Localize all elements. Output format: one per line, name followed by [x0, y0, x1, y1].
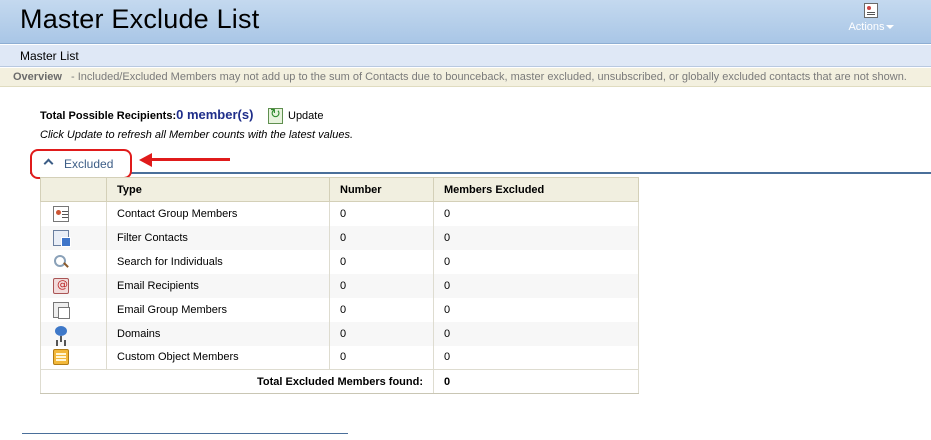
icon-column-header	[40, 177, 107, 202]
row-excluded: 0	[433, 321, 639, 346]
row-excluded: 0	[433, 345, 639, 370]
row-type: Search for Individuals	[106, 249, 330, 274]
row-type: Custom Object Members	[106, 345, 330, 370]
overview-banner: Overview - Included/Excluded Members may…	[0, 68, 931, 87]
annotation-arrow	[150, 158, 230, 161]
row-type: Email Group Members	[106, 297, 330, 322]
row-number: 0	[329, 201, 434, 226]
row-number: 0	[329, 225, 434, 250]
row-number: 0	[329, 297, 434, 322]
row-excluded: 0	[433, 273, 639, 298]
table-header-row: Type Number Members Excluded	[40, 177, 639, 202]
row-type: Email Recipients	[106, 273, 330, 298]
table-row[interactable]: Filter Contacts 0 0	[40, 225, 639, 250]
total-recipients: Total Possible Recipients:0 member(s)	[40, 107, 253, 122]
column-number[interactable]: Number	[329, 177, 434, 202]
contact-group-icon	[53, 205, 69, 222]
table-row[interactable]: Custom Object Members 0 0	[40, 345, 639, 370]
email-group-icon	[53, 301, 70, 319]
update-hint: Click Update to refresh all Member count…	[40, 129, 354, 141]
table-row[interactable]: Domains 0 0	[40, 321, 639, 346]
table-row[interactable]: Email Recipients 0 0	[40, 273, 639, 298]
domain-network-icon	[53, 325, 69, 342]
overview-text: - Included/Excluded Members may not add …	[71, 71, 907, 83]
page-header: Master Exclude List Actions	[0, 0, 931, 44]
column-type[interactable]: Type	[106, 177, 330, 202]
row-type: Contact Group Members	[106, 201, 330, 226]
filter-contacts-icon	[53, 229, 71, 247]
actions-menu-button[interactable]: Actions	[846, 3, 896, 39]
contact-card-icon	[864, 3, 878, 18]
caret-down-icon	[885, 25, 894, 30]
row-excluded: 0	[433, 249, 639, 274]
refresh-icon[interactable]	[268, 107, 283, 124]
excluded-section-label: Excluded	[64, 157, 114, 171]
custom-object-icon	[53, 349, 69, 366]
chevron-up-icon	[43, 158, 54, 169]
row-type: Filter Contacts	[106, 225, 330, 250]
magnifier-icon	[53, 254, 69, 270]
table-row[interactable]: Search for Individuals 0 0	[40, 249, 639, 274]
column-members-excluded[interactable]: Members Excluded	[433, 177, 639, 202]
total-excluded-label: Total Excluded Members found:	[40, 369, 434, 394]
update-button[interactable]: Update	[288, 110, 323, 122]
excluded-section-toggle[interactable]: Excluded	[30, 149, 132, 179]
total-excluded-value: 0	[433, 369, 639, 394]
row-number: 0	[329, 321, 434, 346]
row-excluded: 0	[433, 201, 639, 226]
row-type: Domains	[106, 321, 330, 346]
table-row[interactable]: Email Group Members 0 0	[40, 297, 639, 322]
footer-divider	[22, 433, 348, 434]
excluded-table: Type Number Members Excluded Contact Gro…	[40, 177, 639, 394]
total-recipients-label: Total Possible Recipients:	[40, 110, 177, 122]
overview-title: Overview	[13, 71, 62, 83]
page-title: Master Exclude List	[20, 4, 260, 34]
section-divider	[30, 172, 931, 174]
actions-label: Actions	[846, 21, 896, 33]
row-number: 0	[329, 345, 434, 370]
table-row[interactable]: Contact Group Members 0 0	[40, 201, 639, 226]
breadcrumb-bar: Master List	[0, 45, 931, 67]
email-at-icon	[53, 277, 69, 294]
total-recipients-count: 0 member(s)	[176, 107, 254, 122]
row-number: 0	[329, 273, 434, 298]
total-row: Total Excluded Members found: 0	[40, 369, 639, 394]
row-excluded: 0	[433, 225, 639, 250]
row-excluded: 0	[433, 297, 639, 322]
breadcrumb-master-list: Master List	[20, 49, 79, 63]
row-number: 0	[329, 249, 434, 274]
